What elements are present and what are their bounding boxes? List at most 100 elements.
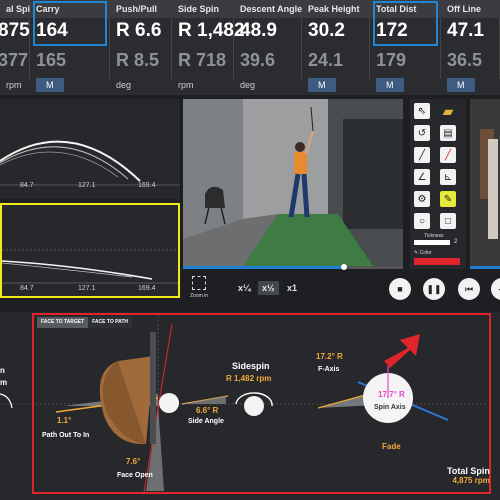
video2-seek-progress[interactable]: [470, 266, 500, 269]
stat-average: 36.5: [447, 50, 483, 70]
rect-tool-icon[interactable]: □: [440, 213, 456, 229]
axis-tick: 127.1: [78, 285, 96, 292]
circle-tool-icon[interactable]: ○: [414, 213, 430, 229]
analysis-tabs: FACE TO TARGET FACE TO PATH: [37, 317, 132, 328]
folder-icon[interactable]: ▰: [440, 103, 456, 119]
swing-video-frame: [183, 99, 403, 266]
stat-header: Peak Height: [302, 0, 370, 18]
stat-average: R 8.5: [116, 50, 160, 70]
stop-button[interactable]: ■: [389, 278, 411, 300]
golf-analysis-app: { "stats": [ {"header": "al Spin", "valu…: [0, 0, 500, 500]
axis-tick: 84.7: [20, 182, 34, 189]
color-label: ✎ Color: [414, 250, 432, 256]
zoom-icon: [192, 276, 206, 290]
stat-unit: rpm: [172, 78, 234, 92]
settings-icon[interactable]: ⚙: [414, 191, 430, 207]
trajectory-top-prev: [2, 262, 133, 278]
total-spin-label: Total Spin: [447, 466, 490, 476]
stat-unit: deg: [234, 78, 302, 92]
freehand-tool-icon[interactable]: ╱: [440, 147, 456, 163]
stat-header: al Spin: [0, 0, 30, 18]
stat-value: 30.2: [308, 20, 345, 41]
axis-tick: 84.7: [20, 285, 34, 292]
speed-half[interactable]: x½: [258, 281, 279, 295]
stat-unit-text: deg: [240, 80, 256, 90]
stat-unit-text: M: [308, 78, 336, 92]
playback-controls: Zoom in x¼ x½ x1 ■ ❚❚ ⏮ ◀: [183, 270, 500, 310]
undo-icon[interactable]: ↺: [414, 125, 430, 141]
axis-tick: 169.4: [138, 285, 156, 292]
swing-video-secondary[interactable]: [470, 99, 500, 266]
forward-button[interactable]: ◀: [491, 278, 500, 300]
thickness-label: Tickness: [424, 233, 444, 239]
stat-highlight: [373, 1, 438, 46]
pointer-icon[interactable]: ⇖: [414, 103, 430, 119]
pen-tool-icon[interactable]: ✎: [440, 191, 456, 207]
stat-unit-text: rpm: [6, 80, 22, 90]
stop-icon: ■: [397, 284, 403, 294]
stats-bar: al Spin875377rpmCarry164165MPush/PullR 6…: [0, 0, 500, 95]
pause-button[interactable]: ❚❚: [423, 278, 445, 300]
gallery-icon[interactable]: ▤: [440, 125, 456, 141]
thickness-value: 2: [454, 239, 458, 245]
zoom-in-button[interactable]: Zoom in: [188, 274, 210, 308]
swing-video[interactable]: [183, 99, 403, 266]
angle2-tool-icon[interactable]: ⊾: [440, 169, 456, 185]
color-swatch[interactable]: [414, 258, 460, 265]
stat-header: Side Spin: [172, 0, 234, 18]
axis-tick: 169.4: [138, 182, 156, 189]
stat-column[interactable]: Side Spin R 1,482 R 718 rpm: [172, 0, 245, 95]
trajectory-curve-prev2: [0, 151, 119, 178]
video-seek-progress[interactable]: [183, 266, 343, 269]
stat-unit: M: [30, 78, 110, 92]
stat-average: 39.6: [240, 50, 276, 70]
stat-value: R 6.6: [116, 20, 162, 41]
stat-column[interactable]: Off Line 47.1 36.5 M: [441, 0, 500, 95]
stat-column[interactable]: al Spin 875 377 rpm: [0, 0, 30, 95]
partial-left-graphic: [0, 393, 30, 409]
stat-average: 165: [36, 50, 67, 70]
stat-unit-text: M: [447, 78, 475, 92]
trajectory-curve-prev: [0, 146, 129, 180]
angle-tool-icon[interactable]: ∠: [414, 169, 430, 185]
stat-column[interactable]: Push/Pull R 6.6 R 8.5 deg: [110, 0, 172, 95]
rewind-icon: ⏮: [464, 283, 474, 294]
speed-quarter[interactable]: x¼: [238, 283, 251, 293]
trajectory-top-current: [2, 260, 153, 280]
tab-face-to-path[interactable]: FACE TO PATH: [88, 317, 132, 328]
stat-unit: M: [441, 78, 500, 92]
stat-unit-text: rpm: [178, 80, 194, 90]
drawing-tool-palette: ⇖ ▰ ↺ ▤ ╱ ╱ ∠ ⊾ ⚙ ✎ ○ □ Tickness 2 ✎ Col…: [410, 99, 466, 269]
stat-header: Off Line: [441, 0, 500, 18]
pause-icon: ❚❚: [426, 283, 442, 294]
trajectory-panel-side[interactable]: 84.7 127.1 169.4: [0, 99, 180, 199]
stat-unit: deg: [110, 78, 172, 92]
line-tool-icon[interactable]: ╱: [414, 147, 430, 163]
stat-value: 47.1: [447, 20, 484, 41]
speed-1x[interactable]: x1: [287, 283, 297, 293]
stat-average: 179: [376, 50, 407, 70]
stat-unit-text: deg: [116, 80, 132, 90]
stat-unit: rpm: [0, 78, 30, 92]
tab-face-to-target[interactable]: FACE TO TARGET: [37, 317, 89, 328]
trajectory-top-chart: [2, 249, 178, 284]
stat-unit: M: [370, 78, 441, 92]
stat-column[interactable]: Peak Height 30.2 24.1 M: [302, 0, 370, 95]
stat-average: 24.1: [308, 50, 344, 70]
stat-column[interactable]: Descent Angle 48.9 39.6 deg: [234, 0, 302, 95]
stat-unit-text: M: [36, 78, 64, 92]
trajectory-curve-current: [0, 140, 141, 182]
zoom-label: Zoom in: [189, 293, 209, 299]
stat-value: 48.9: [240, 20, 277, 41]
impact-analysis-highlight: [32, 313, 491, 494]
rewind-button[interactable]: ⏮: [458, 278, 480, 300]
stat-header: Descent Angle: [234, 0, 302, 18]
axis-tick: 127.1: [78, 182, 96, 189]
trajectory-panel-top-view[interactable]: 84.7 127.1 169.4: [0, 203, 180, 298]
thickness-slider[interactable]: [414, 240, 450, 245]
stat-average: R 718: [178, 50, 227, 70]
total-spin: Total Spin 4,875 rpm: [447, 466, 490, 485]
stat-highlight: [33, 1, 107, 46]
stat-unit-text: M: [376, 78, 404, 92]
total-spin-value: 4,875 rpm: [452, 476, 490, 485]
